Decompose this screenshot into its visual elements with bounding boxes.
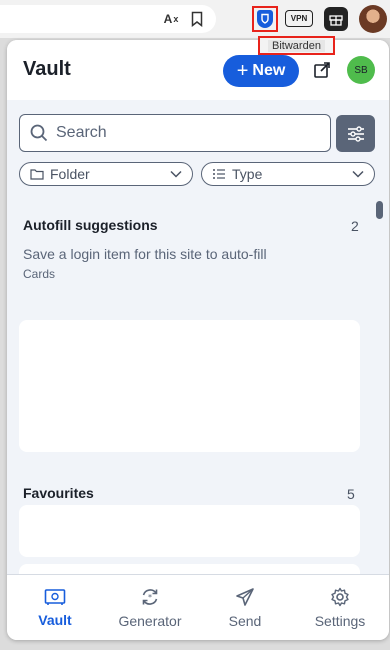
folder-filter-dropdown[interactable]: Folder	[19, 162, 193, 186]
new-button-label: New	[252, 62, 286, 79]
search-input[interactable]: Search	[19, 114, 331, 152]
nav-vault-label: Vault	[38, 612, 72, 628]
vault-content: Search Folder Type Autofill suggestions …	[7, 100, 389, 574]
autofill-card[interactable]	[19, 320, 360, 452]
type-filter-label: Type	[232, 166, 263, 182]
translate-icon[interactable]: Ax	[160, 8, 182, 30]
new-item-button[interactable]: + New	[223, 55, 299, 87]
translate-label: A	[163, 12, 173, 26]
favourite-item[interactable]	[19, 564, 360, 574]
nav-send[interactable]: Send	[215, 575, 275, 640]
page-title: Vault	[23, 58, 71, 80]
folder-icon	[30, 169, 44, 180]
scrollbar-thumb[interactable]	[376, 201, 383, 219]
folder-filter-label: Folder	[50, 166, 90, 182]
bookmark-icon[interactable]	[187, 8, 207, 30]
autofill-section-title: Autofill suggestions	[23, 217, 158, 233]
nav-settings-label: Settings	[314, 613, 366, 629]
extension-tooltip-text: Bitwarden	[268, 39, 325, 52]
nav-generator[interactable]: * Generator	[105, 575, 195, 640]
type-filter-dropdown[interactable]: Type	[201, 162, 375, 186]
vpn-label: VPN	[290, 14, 308, 23]
bitwarden-shield-icon	[257, 10, 273, 28]
generator-icon: *	[142, 589, 158, 605]
filter-settings-button[interactable]	[336, 115, 375, 152]
autofill-count: 2	[351, 218, 359, 234]
popout-icon[interactable]	[312, 60, 332, 80]
chevron-down-icon	[352, 170, 364, 178]
extension-tooltip: Bitwarden	[258, 36, 335, 55]
chevron-down-icon	[170, 170, 182, 178]
browser-toolbar: Ax VPN	[0, 0, 390, 38]
search-placeholder: Search	[56, 124, 107, 141]
browser-profile-avatar[interactable]	[359, 5, 387, 33]
nav-settings[interactable]: Settings	[305, 575, 375, 640]
nav-vault[interactable]: Vault	[27, 575, 83, 640]
bitwarden-popup: Vault + New SB Search Folder Type Autofi…	[7, 40, 389, 640]
sliders-icon	[347, 125, 364, 142]
favourites-section-title: Favourites	[23, 485, 94, 501]
search-icon	[30, 124, 48, 142]
autofill-sub-label: Cards	[23, 267, 56, 281]
nav-generator-label: Generator	[118, 613, 182, 629]
gift-icon[interactable]	[324, 7, 348, 31]
vault-icon	[44, 589, 66, 605]
list-icon	[213, 169, 225, 179]
autofill-hint: Save a login item for this site to auto-…	[23, 246, 267, 262]
send-icon	[236, 588, 254, 606]
plus-icon: +	[236, 60, 249, 82]
address-bar[interactable]	[0, 5, 216, 33]
favourite-item[interactable]	[19, 505, 360, 557]
account-avatar[interactable]: SB	[347, 56, 375, 84]
favourites-count: 5	[347, 486, 355, 502]
bottom-navigation: Vault * Generator Send Settings	[7, 574, 389, 640]
svg-text:*: *	[148, 593, 152, 602]
bitwarden-extension-button[interactable]	[252, 6, 278, 32]
settings-icon	[331, 587, 349, 607]
vpn-button[interactable]: VPN	[285, 10, 313, 27]
nav-send-label: Send	[228, 613, 262, 629]
